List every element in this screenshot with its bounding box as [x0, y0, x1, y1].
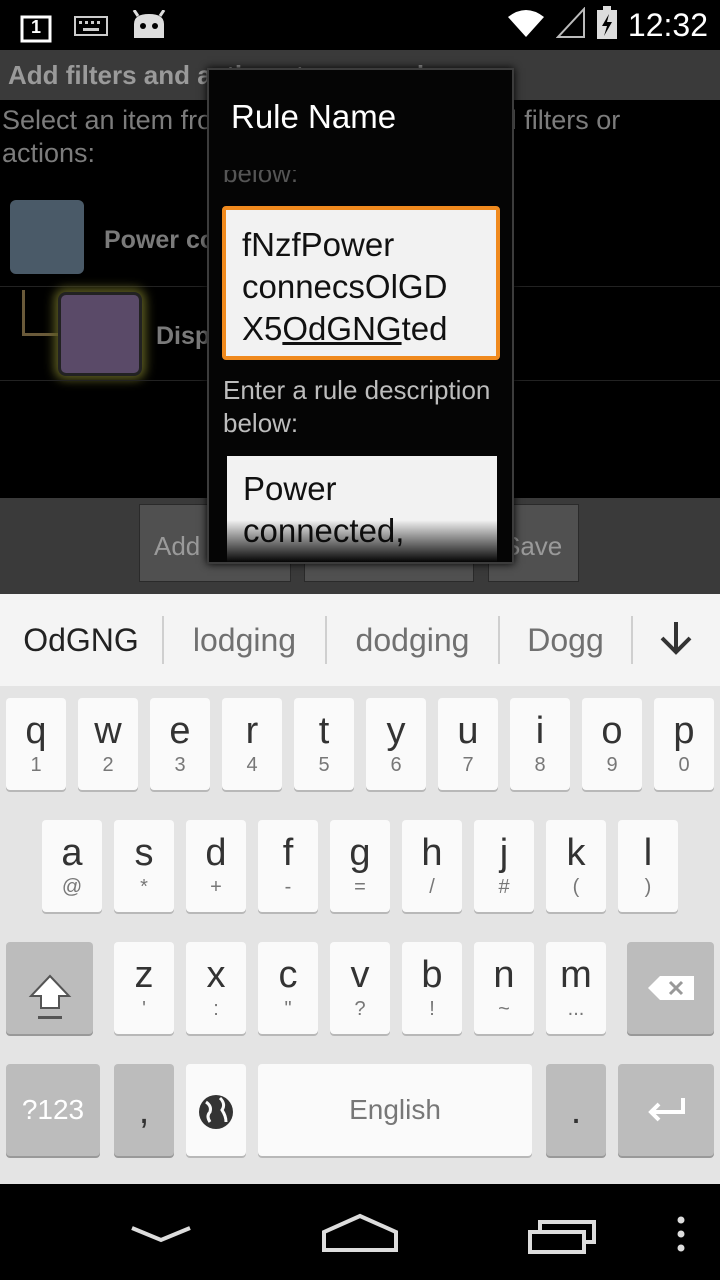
- signal-icon: [555, 6, 586, 44]
- composing-text: OdGNG: [282, 310, 402, 347]
- notification-1-icon: 1: [20, 14, 52, 44]
- key-y[interactable]: y6: [366, 698, 426, 790]
- key-e[interactable]: e3: [150, 698, 210, 790]
- back-icon[interactable]: [126, 1222, 196, 1251]
- clock: 12:32: [627, 7, 708, 43]
- key-z[interactable]: z ': [114, 942, 174, 1034]
- key-o[interactable]: o9: [582, 698, 642, 790]
- shift-key[interactable]: [6, 942, 93, 1034]
- rule-name-line: connecsOlGD: [242, 268, 448, 305]
- key-w[interactable]: w2: [78, 698, 138, 790]
- rule-name-dialog: Rule Name below: fNzfPower connecsOlGD X…: [207, 68, 514, 564]
- suggestion-item[interactable]: lodging: [164, 622, 325, 659]
- key-x[interactable]: x:: [186, 942, 246, 1034]
- wifi-icon: [506, 7, 546, 44]
- enter-key[interactable]: [618, 1064, 714, 1156]
- globe-icon: [186, 1064, 246, 1137]
- power-item-icon: [10, 200, 84, 274]
- arrow-down-icon[interactable]: [633, 618, 719, 663]
- key-a[interactable]: a @: [42, 820, 102, 912]
- comma-key[interactable]: ,: [114, 1064, 174, 1156]
- scroll-fade: [209, 520, 512, 562]
- key-d[interactable]: d +: [186, 820, 246, 912]
- language-key[interactable]: [186, 1064, 246, 1156]
- key-k[interactable]: k(: [546, 820, 606, 912]
- key-t[interactable]: t5: [294, 698, 354, 790]
- key-g[interactable]: g =: [330, 820, 390, 912]
- key-i[interactable]: i8: [510, 698, 570, 790]
- key-q[interactable]: q1: [6, 698, 66, 790]
- menu-icon[interactable]: [676, 1216, 686, 1257]
- rule-name-line: fNzfPower: [242, 226, 395, 263]
- enter-icon: [618, 1064, 714, 1129]
- description-label: Enter a rule description below:: [223, 375, 491, 438]
- key-n[interactable]: n ~: [474, 942, 534, 1034]
- dialog-title: Rule Name: [231, 98, 397, 135]
- key-l[interactable]: l): [618, 820, 678, 912]
- recents-icon[interactable]: [526, 1216, 600, 1261]
- keyboard-icon: [74, 15, 108, 42]
- key-j[interactable]: j #: [474, 820, 534, 912]
- tree-connector: [22, 290, 60, 336]
- notification-badge: 1: [30, 16, 41, 37]
- space-key[interactable]: English: [258, 1064, 532, 1156]
- key-c[interactable]: c ": [258, 942, 318, 1034]
- home-icon[interactable]: [320, 1212, 400, 1259]
- suggestion-item[interactable]: dodging: [327, 622, 498, 659]
- period-key[interactable]: .: [546, 1064, 606, 1156]
- key-p[interactable]: p0: [654, 698, 714, 790]
- clipped-label: below:: [223, 170, 299, 188]
- cyanogen-mascot-icon: [130, 9, 168, 47]
- suggestion-strip: OdGNG lodging dodging Dogg: [0, 594, 720, 686]
- key-b[interactable]: b!: [402, 942, 462, 1034]
- key-u[interactable]: u7: [438, 698, 498, 790]
- backspace-key[interactable]: [627, 942, 714, 1034]
- key-h[interactable]: h /: [402, 820, 462, 912]
- dialog-scroll-area[interactable]: below: fNzfPower connecsOlGD X5OdGNGted …: [209, 170, 512, 562]
- status-bar: 1 12:32: [0, 0, 720, 50]
- rule-name-input[interactable]: fNzfPower connecsOlGD X5OdGNGted: [222, 206, 500, 360]
- key-f[interactable]: f-: [258, 820, 318, 912]
- rule-name-line: X5OdGNGted: [242, 310, 448, 347]
- key-m[interactable]: m...: [546, 942, 606, 1034]
- key-v[interactable]: v?: [330, 942, 390, 1034]
- suggestion-item[interactable]: Dogg: [500, 622, 631, 659]
- key-s[interactable]: s *: [114, 820, 174, 912]
- navigation-bar: [0, 1184, 720, 1280]
- soft-keyboard: q1 w2 e3 r4 t5 y6 u7 i8 o9 p0 a @ s * d + f…: [0, 686, 720, 1184]
- suggestion-item[interactable]: OdGNG: [0, 622, 162, 659]
- battery-charging-icon: [596, 6, 618, 45]
- shift-icon: [6, 942, 93, 1027]
- symbols-key[interactable]: ?123: [6, 1064, 100, 1156]
- rule-item-power[interactable]: [10, 200, 84, 274]
- display-item-icon[interactable]: [58, 292, 142, 376]
- backspace-icon: [627, 942, 714, 1009]
- key-r[interactable]: r4: [222, 698, 282, 790]
